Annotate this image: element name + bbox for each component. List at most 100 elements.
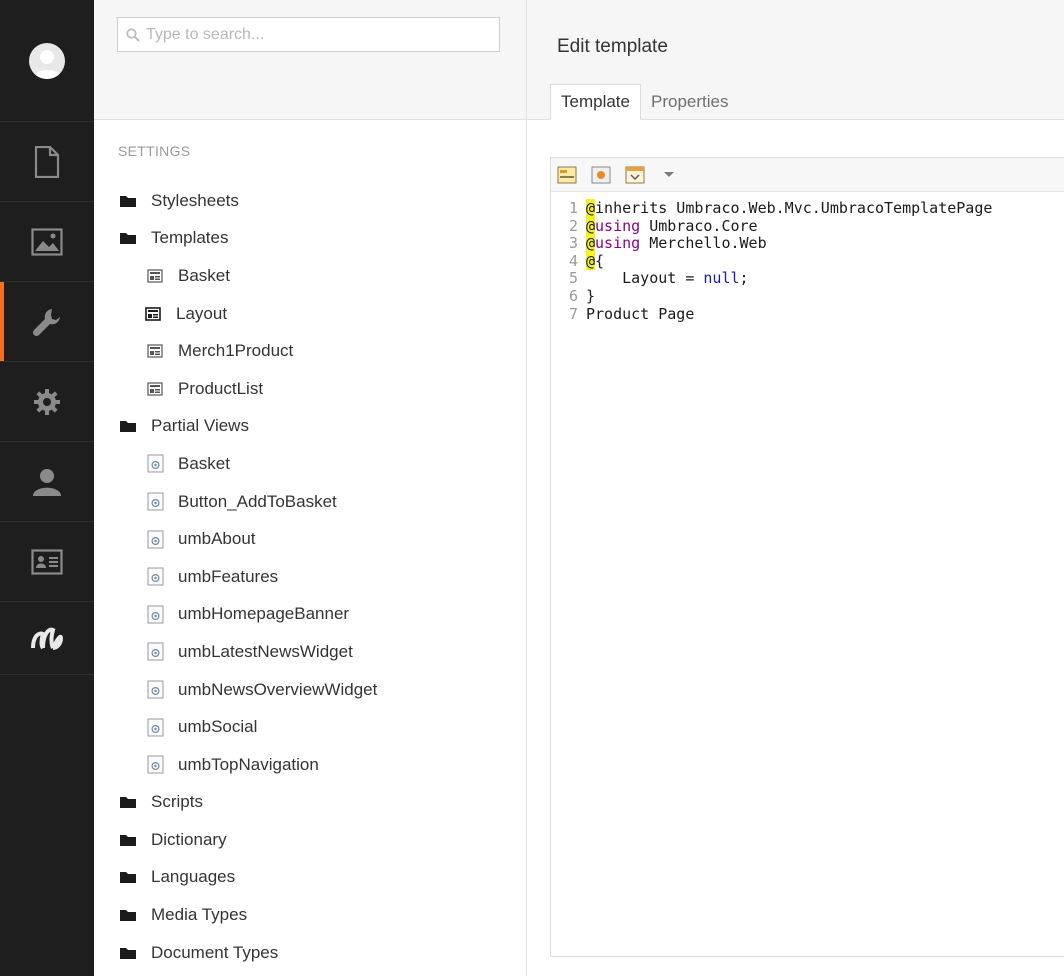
tree-item-label: Basket [178,453,230,473]
folder-icon [118,191,138,211]
code-text: inherits Umbraco.Web.Mvc.UmbracoTemplate… [595,199,993,217]
tree-item-umbtopnavigation[interactable]: umbTopNavigation [94,746,526,784]
tree-item-basket[interactable]: Basket [94,257,526,295]
page-title: Edit template [557,36,668,57]
code-line: 6} [551,286,1064,306]
code-line: 2 @using Umbraco.Core [551,216,1064,236]
insert-section-icon[interactable] [624,164,646,186]
dropdown-arrow-icon[interactable] [658,164,680,186]
razor-at: @ [586,216,596,235]
folder-icon [118,228,138,248]
wrench-icon [32,307,62,337]
line-number: 7 [568,304,578,323]
editor-toolbar [551,158,1064,192]
tree-item-umbabout[interactable]: umbAbout [94,520,526,558]
code-area[interactable]: 1 @inherits Umbraco.Web.Mvc.UmbracoTempla… [551,192,1064,323]
insert-field-icon[interactable] [556,164,578,186]
code-text: } [586,286,596,305]
folder-icon [118,830,138,850]
avatar[interactable] [29,42,65,79]
tree-header [94,0,526,120]
razor-at: @ [586,199,596,217]
code-keyword: using [595,216,641,235]
nav-merchello[interactable] [0,602,94,675]
tree-panel: SETTINGS Stylesheets Templates Basket Layou… [94,0,527,976]
tree-item-label: umbHomepageBanner [178,604,350,624]
tree-item-partial-views[interactable]: Partial Views [94,408,526,446]
tree-item-languages[interactable]: Languages [94,859,526,897]
partial-view-icon [145,604,165,624]
tree-item-label: Scripts [151,792,203,812]
tree-item-umbsocial[interactable]: umbSocial [94,708,526,746]
razor-at: @ [586,251,596,270]
tree-item-stylesheets[interactable]: Stylesheets [94,182,526,220]
tree-item-label: Dictionary [151,829,227,849]
tree-item-label: Templates [151,228,229,248]
code-line: 5 Layout = null; [551,270,1064,288]
avatar-container [0,0,94,122]
document-icon [34,145,60,178]
partial-view-icon [145,680,165,700]
search-box [117,17,500,52]
tree-item-basket[interactable]: Basket [94,445,526,483]
nav-media[interactable] [0,202,94,282]
code-line: 7 Product Page [551,304,1064,324]
tab-template[interactable]: Template [550,84,641,120]
tree-item-layout[interactable]: Layout [94,295,526,333]
gear-icon [32,387,62,417]
code-keyword: using [595,234,641,253]
tree-item-label: Media Types [151,905,248,925]
code-keyword: null [703,269,740,288]
tree-item-scripts[interactable]: Scripts [94,784,526,822]
line-number: 5 [568,269,578,288]
line-number: 3 [568,234,578,253]
main-panel: Edit template Template Properties 1 @inhe… [527,0,1064,976]
tree-item-label: umbNewsOverviewWidget [178,679,378,699]
tree-list: Stylesheets Templates Basket Layout Merch1Pr… [94,182,526,971]
code-line: 4 @{ [551,251,1064,271]
nav-content[interactable] [0,122,94,202]
code-text: Layout = [586,269,704,288]
code-line: 3 @using Merchello.Web [551,234,1064,253]
tree-item-label: Stylesheets [151,190,239,210]
tree-item-umbnewsoverviewwidget[interactable]: umbNewsOverviewWidget [94,671,526,709]
tab-bar: Template Properties [550,84,738,120]
partial-view-icon [145,529,165,549]
insert-macro-icon[interactable] [590,164,612,186]
line-number: 2 [568,216,578,235]
tree-item-umbfeatures[interactable]: umbFeatures [94,558,526,596]
code-text: Product Page [586,304,695,323]
tree-item-media-types[interactable]: Media Types [94,896,526,934]
template-icon [145,341,165,361]
code-text: Umbraco.Core [640,216,758,235]
code-editor[interactable]: 1 @inherits Umbraco.Web.Mvc.UmbracoTempla… [550,157,1064,957]
folder-icon [118,416,138,436]
member-card-icon [31,548,63,575]
merchello-logo-icon [29,624,65,652]
tree-item-umbhomepagebanner[interactable]: umbHomepageBanner [94,596,526,634]
partial-view-icon [145,454,165,474]
tree-item-label: Merch1Product [178,341,294,361]
tree-item-label: ProductList [178,378,264,398]
folder-icon [118,792,138,812]
master-template-icon [143,304,163,324]
line-number: 4 [568,251,578,270]
section-nav [0,0,94,976]
tree-item-label: umbTopNavigation [178,754,319,774]
nav-members[interactable] [0,522,94,602]
tree-item-dictionary[interactable]: Dictionary [94,821,526,859]
partial-view-icon [145,567,165,587]
tree-item-label: Partial Views [151,416,249,436]
tree-item-umblatestnewswidget[interactable]: umbLatestNewsWidget [94,633,526,671]
search-input[interactable] [140,25,499,44]
tree-item-productlist[interactable]: ProductList [94,370,526,408]
nav-users[interactable] [0,442,94,522]
tab-properties[interactable]: Properties [641,84,738,119]
tree-item-button-addtobasket[interactable]: Button_AddToBasket [94,483,526,521]
tree-item-templates[interactable]: Templates [94,220,526,258]
nav-settings[interactable] [0,282,94,362]
tree-item-merch1product[interactable]: Merch1Product [94,332,526,370]
code-text: { [595,251,605,270]
tree-item-document-types[interactable]: Document Types [94,934,526,972]
nav-developer[interactable] [0,362,94,442]
